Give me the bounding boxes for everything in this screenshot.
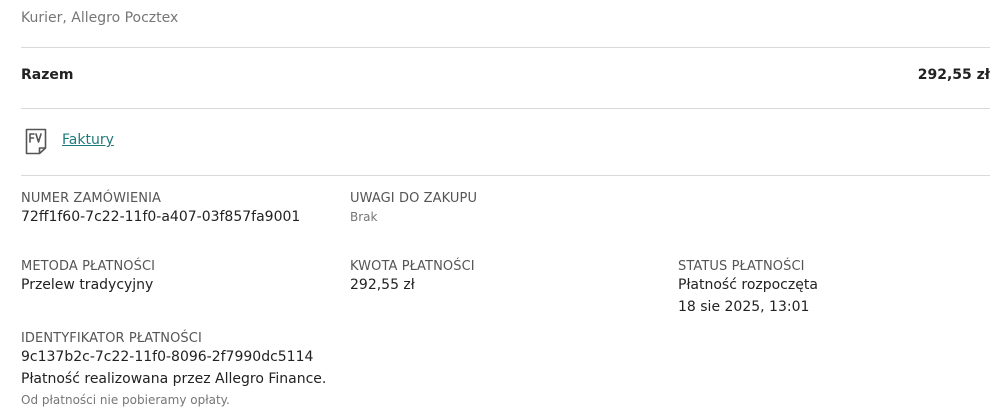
payment-method-label: METODA PŁATNOŚCI xyxy=(21,259,156,274)
order-number-field: NUMER ZAMÓWIENIA 72ff1f60-7c22-11f0-a407… xyxy=(21,191,300,227)
order-summary-panel: Kurier, Allegro Pocztex Razem 292,55 zł … xyxy=(0,0,999,415)
payment-fee-note: Od płatności nie pobieramy opłaty. xyxy=(21,393,230,407)
payment-status-value: Płatność rozpoczęta xyxy=(678,277,818,293)
invoice-document-icon[interactable] xyxy=(25,128,47,155)
shipping-method: Kurier, Allegro Pocztex xyxy=(21,10,179,26)
purchase-notes-field: UWAGI DO ZAKUPU Brak xyxy=(350,191,477,227)
payment-amount-value: 292,55 zł xyxy=(350,277,415,293)
purchase-notes-label: UWAGI DO ZAKUPU xyxy=(350,191,478,206)
total-value: 292,55 zł xyxy=(917,67,990,83)
divider xyxy=(21,108,990,109)
payment-status-date: 18 sie 2025, 13:01 xyxy=(678,299,810,315)
order-number-label: NUMER ZAMÓWIENIA xyxy=(21,191,162,206)
payment-id-label: IDENTYFIKATOR PŁATNOŚCI xyxy=(21,331,202,346)
payment-status-label: STATUS PŁATNOŚCI xyxy=(678,259,805,274)
divider xyxy=(21,175,990,176)
purchase-notes-value: Brak xyxy=(350,210,378,224)
divider xyxy=(21,47,990,48)
payment-amount-field: KWOTA PŁATNOŚCI 292,55 zł xyxy=(350,259,475,295)
invoices-link[interactable]: Faktury xyxy=(62,132,114,148)
payment-method-value: Przelew tradycyjny xyxy=(21,277,154,293)
payment-provider-note: Płatność realizowana przez Allegro Finan… xyxy=(21,371,327,387)
payment-id-field: IDENTYFIKATOR PŁATNOŚCI 9c137b2c-7c22-11… xyxy=(21,331,326,389)
total-label: Razem xyxy=(21,67,74,83)
payment-method-field: METODA PŁATNOŚCI Przelew tradycyjny xyxy=(21,259,155,295)
order-number-value: 72ff1f60-7c22-11f0-a407-03f857fa9001 xyxy=(21,209,301,225)
payment-amount-label: KWOTA PŁATNOŚCI xyxy=(350,259,475,274)
payment-id-value: 9c137b2c-7c22-11f0-8096-2f7990dc5114 xyxy=(21,349,314,365)
payment-status-field: STATUS PŁATNOŚCI Płatność rozpoczęta 18 … xyxy=(678,259,818,317)
